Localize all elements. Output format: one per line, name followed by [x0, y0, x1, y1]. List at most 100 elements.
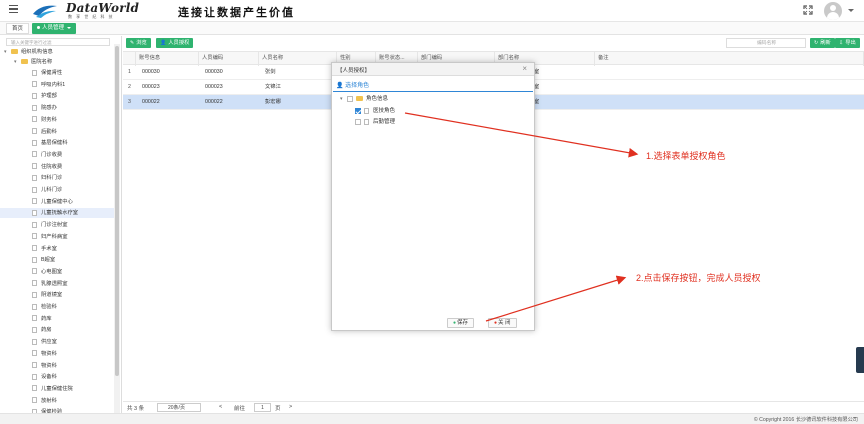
- file-icon: [32, 326, 37, 333]
- sidebar-item-dept[interactable]: 基层保健科: [0, 138, 114, 148]
- file-icon: [32, 233, 37, 240]
- sidebar-item-label: 保健肾性: [41, 70, 63, 76]
- prev-page-button[interactable]: <: [219, 404, 222, 410]
- role-item-medtech[interactable]: 医技角色: [355, 106, 395, 117]
- sidebar-item-dept[interactable]: 门诊注射室: [0, 220, 114, 230]
- export-button[interactable]: ⇩ 导出: [835, 38, 860, 48]
- sidebar-item-dept[interactable]: 院感办: [0, 103, 114, 113]
- collapse-arrow-icon[interactable]: ▾: [14, 57, 21, 67]
- footer: © Copyright 2016 长沙德讯软件科技有限公司: [0, 413, 864, 424]
- copyright-text: © Copyright 2016 长沙德讯软件科技有限公司: [753, 417, 858, 423]
- role-item-logistics[interactable]: 后勤管理: [355, 117, 395, 128]
- collapse-arrow-icon[interactable]: ▾: [340, 94, 347, 105]
- tab-home[interactable]: 首页: [6, 23, 30, 34]
- sidebar-item-dept[interactable]: 设备科: [0, 372, 114, 382]
- role-tree-root[interactable]: ▾ 角色信息: [340, 94, 388, 105]
- sidebar-item-dept[interactable]: 药房: [0, 325, 114, 335]
- page-number-input[interactable]: 1: [254, 403, 271, 412]
- refresh-button[interactable]: ↻ 刷新: [810, 38, 835, 48]
- collapse-arrow-icon[interactable]: ▾: [4, 47, 11, 57]
- sidebar-item-dept[interactable]: 儿童抚触水疗室: [0, 208, 114, 219]
- sidebar-item-dept[interactable]: 儿科门诊: [0, 185, 114, 195]
- sidebar-item-dept[interactable]: 妇科门诊: [0, 173, 114, 183]
- checkbox-medtech[interactable]: [355, 107, 361, 114]
- sidebar-item-dept[interactable]: 后勤科: [0, 127, 114, 137]
- sidebar-item-label: 儿童保健中心: [41, 198, 73, 205]
- file-icon: [32, 280, 37, 287]
- fullscreen-icon[interactable]: [803, 5, 813, 15]
- sidebar-item-dept[interactable]: 药库: [0, 314, 114, 324]
- grid-search-input[interactable]: 编码名称: [726, 38, 806, 48]
- tree-node-root[interactable]: ▾ 组织机构信息: [4, 47, 53, 57]
- sidebar-item-dept[interactable]: 呼吸内科1: [0, 80, 114, 90]
- file-icon: [32, 69, 37, 76]
- checkbox-role-root[interactable]: [347, 95, 353, 102]
- tab-select-role[interactable]: 👤 选择角色: [336, 80, 369, 89]
- sidebar-item-label: 护理部: [41, 93, 57, 100]
- sidebar-item-dept[interactable]: 财务科: [0, 115, 114, 125]
- side-panel-handle[interactable]: [856, 347, 864, 373]
- col-name[interactable]: 人员名称: [259, 52, 337, 66]
- sidebar-item-dept[interactable]: 放射科: [0, 396, 114, 406]
- user-avatar[interactable]: [824, 2, 842, 20]
- sidebar-item-dept[interactable]: 心电图室: [0, 267, 114, 277]
- folder-icon: [11, 49, 18, 55]
- sidebar-item-dept[interactable]: 儿童保健中心: [0, 197, 114, 207]
- col-remark[interactable]: 备注: [595, 52, 864, 66]
- edit-icon: ✎: [130, 40, 135, 46]
- authorize-button[interactable]: 👤 人员授权: [156, 38, 194, 48]
- tab-dropdown-icon[interactable]: [67, 26, 72, 29]
- goto-label: 前往: [234, 406, 246, 412]
- sidebar-item-dept[interactable]: 乳腺透照室: [0, 279, 114, 289]
- tab-personnel-management[interactable]: 人员管理: [32, 23, 77, 34]
- menu-toggle-icon[interactable]: [9, 5, 18, 14]
- tree-node-hospital[interactable]: ▾ 医院名称: [14, 57, 52, 67]
- sidebar-item-label: 基层保健科: [41, 140, 68, 147]
- sidebar-item-dept[interactable]: 手术室: [0, 244, 114, 254]
- checkbox-logistics[interactable]: [355, 118, 361, 125]
- sidebar-item-dept[interactable]: 儿童保健住院: [0, 384, 114, 394]
- file-icon: [32, 139, 37, 146]
- sidebar-item-label: 心电图室: [41, 268, 63, 275]
- sidebar-item-label: 门诊注射室: [41, 222, 68, 229]
- sidebar-item-dept[interactable]: 保健肾性: [0, 68, 114, 78]
- save-button[interactable]: ●保存: [447, 318, 475, 328]
- sidebar-item-dept[interactable]: 住院收费: [0, 162, 114, 172]
- sidebar-item-label: 药房: [41, 327, 52, 334]
- sidebar-item-dept[interactable]: 门诊收费: [0, 150, 114, 160]
- sidebar-item-dept[interactable]: 妇产科病室: [0, 232, 114, 242]
- sidebar-item-label: 乳腺透照室: [41, 280, 68, 287]
- sidebar-item-label: 住院收费: [41, 163, 63, 170]
- sidebar-item-dept[interactable]: 检验科: [0, 302, 114, 312]
- col-code[interactable]: 人员编码: [199, 52, 259, 66]
- next-page-button[interactable]: >: [289, 404, 292, 410]
- sidebar-item-dept[interactable]: 物资科: [0, 349, 114, 359]
- save-icon: ●: [453, 320, 457, 326]
- sidebar-item-label: 财务科: [41, 116, 57, 123]
- page-size-select[interactable]: 20条/页: [157, 403, 201, 412]
- file-icon: [32, 128, 37, 135]
- logo-subtitle: 数 享 世 纪 科 技: [68, 14, 115, 19]
- sidebar-item-dept[interactable]: 护理部: [0, 91, 114, 101]
- active-dot-icon: [37, 26, 40, 30]
- dialog-close-icon[interactable]: ×: [522, 64, 527, 73]
- file-icon: [32, 268, 37, 275]
- sidebar-item-dept[interactable]: B超室: [0, 255, 114, 265]
- browse-button[interactable]: ✎ 浏览: [126, 38, 151, 48]
- user-menu-caret-icon[interactable]: [848, 9, 854, 12]
- sidebar-item-label: 妇产科病室: [41, 233, 68, 240]
- tree-filter-input[interactable]: 输入关键字进行过滤: [6, 38, 110, 46]
- sidebar-item-label: 院感办: [41, 105, 57, 112]
- sidebar-item-dept[interactable]: 阴道镜室: [0, 290, 114, 300]
- col-account[interactable]: 账号信息: [136, 52, 199, 66]
- sidebar-scrollbar-thumb[interactable]: [115, 46, 119, 376]
- file-icon: [32, 163, 37, 170]
- close-button[interactable]: ●关 闭: [488, 318, 517, 328]
- file-icon: [32, 256, 37, 263]
- sidebar-item-label: 门诊收费: [41, 151, 63, 158]
- user-icon: 👤: [336, 83, 344, 89]
- col-rownum: [123, 52, 136, 66]
- file-icon: [364, 107, 369, 114]
- sidebar-item-dept[interactable]: 物资科: [0, 361, 114, 371]
- sidebar-item-dept[interactable]: 供应室: [0, 337, 114, 347]
